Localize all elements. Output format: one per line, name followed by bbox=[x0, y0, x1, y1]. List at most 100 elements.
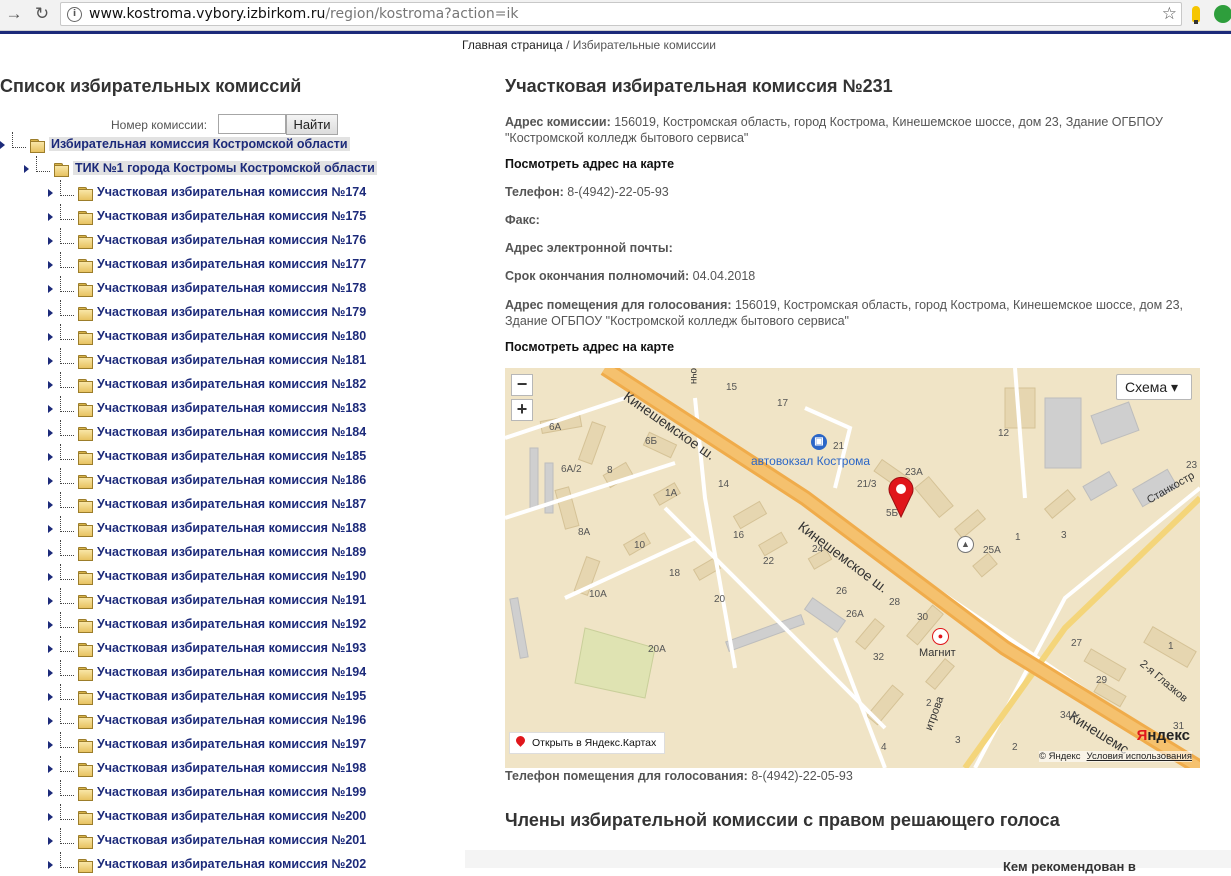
forward-arrow-icon[interactable]: → bbox=[4, 4, 24, 24]
tree-item-label[interactable]: Участковая избирательная комиссия №190 bbox=[97, 569, 366, 583]
tree-uik-node[interactable]: Участковая избирательная комиссия №196 bbox=[0, 708, 460, 732]
map-link-2[interactable]: Посмотреть адрес на карте bbox=[505, 340, 674, 354]
url-text[interactable]: www.kostroma.vybory.izbirkom.ru/region/k… bbox=[89, 6, 519, 22]
tree-expander-icon[interactable] bbox=[48, 621, 53, 629]
tree-item-label[interactable]: ТИК №1 города Костромы Костромской облас… bbox=[73, 161, 377, 175]
tree-expander-icon[interactable] bbox=[48, 597, 53, 605]
site-info-icon[interactable]: i bbox=[67, 7, 82, 22]
tree-item-label[interactable]: Участковая избирательная комиссия №189 bbox=[97, 545, 366, 559]
tree-item-label[interactable]: Участковая избирательная комиссия №175 bbox=[97, 209, 366, 223]
tree-expander-icon[interactable] bbox=[48, 237, 53, 245]
tree-expander-icon[interactable] bbox=[24, 165, 29, 173]
tree-uik-node[interactable]: Участковая избирательная комиссия №180 bbox=[0, 324, 460, 348]
breadcrumb-home-link[interactable]: Главная страница bbox=[462, 38, 563, 52]
tree-uik-node[interactable]: Участковая избирательная комиссия №174 bbox=[0, 180, 460, 204]
zoom-in-button[interactable]: + bbox=[511, 399, 533, 421]
yandex-map[interactable]: Кинешемское ш. Кинешемское ш. Кинешемс Стан… bbox=[505, 368, 1200, 768]
tree-expander-icon[interactable] bbox=[48, 381, 53, 389]
tree-uik-node[interactable]: Участковая избирательная комиссия №184 bbox=[0, 420, 460, 444]
reload-icon[interactable]: ↻ bbox=[32, 4, 52, 24]
tree-expander-icon[interactable] bbox=[48, 765, 53, 773]
tree-expander-icon[interactable] bbox=[48, 405, 53, 413]
commission-number-input[interactable] bbox=[218, 114, 286, 134]
tree-uik-node[interactable]: Участковая избирательная комиссия №195 bbox=[0, 684, 460, 708]
tree-expander-icon[interactable] bbox=[48, 741, 53, 749]
tree-item-label[interactable]: Участковая избирательная комиссия №186 bbox=[97, 473, 366, 487]
tree-item-label[interactable]: Участковая избирательная комиссия №178 bbox=[97, 281, 366, 295]
bookmark-star-icon[interactable]: ☆ bbox=[1162, 4, 1177, 24]
tree-expander-icon[interactable] bbox=[48, 525, 53, 533]
tree-expander-icon[interactable] bbox=[48, 669, 53, 677]
tree-expander-icon[interactable] bbox=[48, 573, 53, 581]
tree-expander-icon[interactable] bbox=[48, 501, 53, 509]
tree-uik-node[interactable]: Участковая избирательная комиссия №197 bbox=[0, 732, 460, 756]
tree-expander-icon[interactable] bbox=[48, 429, 53, 437]
tree-uik-node[interactable]: Участковая избирательная комиссия №198 bbox=[0, 756, 460, 780]
tree-expander-icon[interactable] bbox=[48, 549, 53, 557]
tree-item-label[interactable]: Участковая избирательная комиссия №184 bbox=[97, 425, 366, 439]
tree-item-label[interactable]: Участковая избирательная комиссия №195 bbox=[97, 689, 366, 703]
tree-item-label[interactable]: Участковая избирательная комиссия №200 bbox=[97, 809, 366, 823]
tree-item-label[interactable]: Участковая избирательная комиссия №183 bbox=[97, 401, 366, 415]
tree-item-label[interactable]: Участковая избирательная комиссия №188 bbox=[97, 521, 366, 535]
map-layer-select[interactable]: Схема ▾ bbox=[1116, 374, 1192, 400]
tree-uik-node[interactable]: Участковая избирательная комиссия №199 bbox=[0, 780, 460, 804]
tree-uik-node[interactable]: Участковая избирательная комиссия №193 bbox=[0, 636, 460, 660]
tree-root-node[interactable]: Избирательная комиссия Костромской облас… bbox=[0, 132, 460, 156]
tree-uik-node[interactable]: Участковая избирательная комиссия №178 bbox=[0, 276, 460, 300]
tree-item-label[interactable]: Участковая избирательная комиссия №197 bbox=[97, 737, 366, 751]
tree-expander-icon[interactable] bbox=[48, 261, 53, 269]
tree-uik-node[interactable]: Участковая избирательная комиссия №192 bbox=[0, 612, 460, 636]
tree-expander-icon[interactable] bbox=[48, 645, 53, 653]
tree-uik-node[interactable]: Участковая избирательная комиссия №177 bbox=[0, 252, 460, 276]
tree-uik-node[interactable]: Участковая избирательная комиссия №183 bbox=[0, 396, 460, 420]
location-pin-icon[interactable] bbox=[887, 476, 915, 518]
tree-expander-icon[interactable] bbox=[48, 309, 53, 317]
tree-uik-node[interactable]: Участковая избирательная комиссия №189 bbox=[0, 540, 460, 564]
tree-uik-node[interactable]: Участковая избирательная комиссия №194 bbox=[0, 660, 460, 684]
terms-link[interactable]: Условия использования bbox=[1087, 751, 1192, 762]
tree-expander-icon[interactable] bbox=[48, 693, 53, 701]
tree-uik-node[interactable]: Участковая избирательная комиссия №186 bbox=[0, 468, 460, 492]
open-in-yandex-maps-button[interactable]: Открыть в Яндекс.Картах bbox=[509, 732, 666, 754]
tree-expander-icon[interactable] bbox=[48, 285, 53, 293]
tree-expander-icon[interactable] bbox=[48, 357, 53, 365]
tree-uik-node[interactable]: Участковая избирательная комиссия №179 bbox=[0, 300, 460, 324]
tree-uik-node[interactable]: Участковая избирательная комиссия №176 bbox=[0, 228, 460, 252]
tree-item-label[interactable]: Участковая избирательная комиссия №193 bbox=[97, 641, 366, 655]
tree-tik-node[interactable]: ТИК №1 города Костромы Костромской облас… bbox=[0, 156, 460, 180]
tree-expander-icon[interactable] bbox=[48, 789, 53, 797]
extension-lightbulb-icon[interactable] bbox=[1192, 6, 1200, 24]
tree-expander-icon[interactable] bbox=[48, 813, 53, 821]
tree-item-label[interactable]: Избирательная комиссия Костромской облас… bbox=[49, 137, 350, 151]
tree-uik-node[interactable]: Участковая избирательная комиссия №182 bbox=[0, 372, 460, 396]
tree-item-label[interactable]: Участковая избирательная комиссия №199 bbox=[97, 785, 366, 799]
tree-item-label[interactable]: Участковая избирательная комиссия №198 bbox=[97, 761, 366, 775]
tree-expander-icon[interactable] bbox=[48, 189, 53, 197]
tree-item-label[interactable]: Участковая избирательная комиссия №174 bbox=[97, 185, 366, 199]
tree-item-label[interactable]: Участковая избирательная комиссия №187 bbox=[97, 497, 366, 511]
tree-uik-node[interactable]: Участковая избирательная комиссия №190 bbox=[0, 564, 460, 588]
tree-item-label[interactable]: Участковая избирательная комиссия №191 bbox=[97, 593, 366, 607]
extension-green-icon[interactable] bbox=[1214, 5, 1231, 23]
tree-expander-icon[interactable] bbox=[48, 333, 53, 341]
tree-uik-node[interactable]: Участковая избирательная комиссия №202 bbox=[0, 852, 460, 876]
tree-item-label[interactable]: Участковая избирательная комиссия №201 bbox=[97, 833, 366, 847]
tree-expander-icon[interactable] bbox=[48, 213, 53, 221]
tree-item-label[interactable]: Участковая избирательная комиссия №180 bbox=[97, 329, 366, 343]
tree-item-label[interactable]: Участковая избирательная комиссия №192 bbox=[97, 617, 366, 631]
address-bar[interactable]: i www.kostroma.vybory.izbirkom.ru/region… bbox=[60, 2, 1182, 26]
tree-expander-icon[interactable] bbox=[48, 453, 53, 461]
tree-item-label[interactable]: Участковая избирательная комиссия №182 bbox=[97, 377, 366, 391]
tree-item-label[interactable]: Участковая избирательная комиссия №196 bbox=[97, 713, 366, 727]
tree-uik-node[interactable]: Участковая избирательная комиссия №191 bbox=[0, 588, 460, 612]
tree-uik-node[interactable]: Участковая избирательная комиссия №187 bbox=[0, 492, 460, 516]
map-link-1[interactable]: Посмотреть адрес на карте bbox=[505, 157, 674, 171]
tree-expander-icon[interactable] bbox=[48, 477, 53, 485]
tree-uik-node[interactable]: Участковая избирательная комиссия №201 bbox=[0, 828, 460, 852]
tree-uik-node[interactable]: Участковая избирательная комиссия №181 bbox=[0, 348, 460, 372]
school-icon[interactable]: ▲ bbox=[957, 536, 974, 553]
tree-item-label[interactable]: Участковая избирательная комиссия №202 bbox=[97, 857, 366, 871]
tree-item-label[interactable]: Участковая избирательная комиссия №181 bbox=[97, 353, 366, 367]
tree-item-label[interactable]: Участковая избирательная комиссия №185 bbox=[97, 449, 366, 463]
